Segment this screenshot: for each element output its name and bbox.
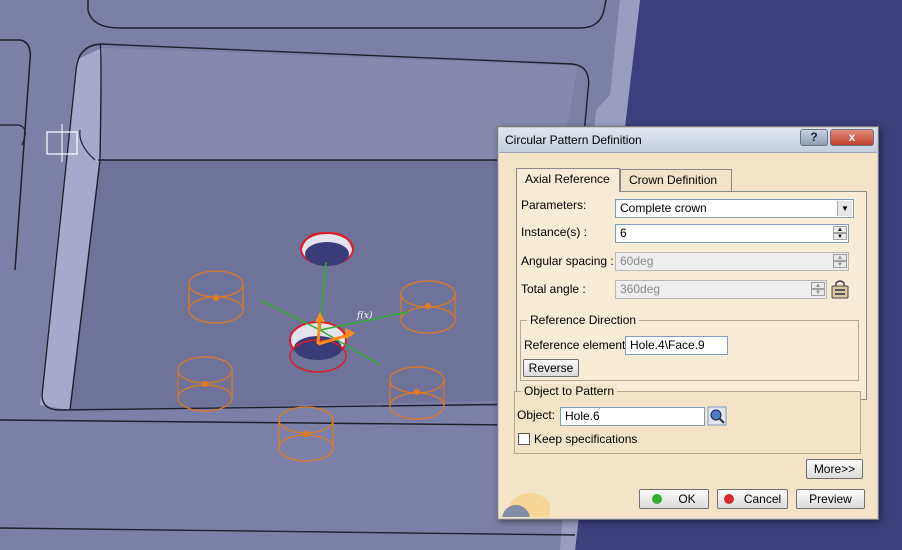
help-button[interactable]: ? (800, 129, 828, 146)
dialog-title: Circular Pattern Definition (505, 133, 642, 147)
total-angle-value: 360deg (620, 282, 661, 296)
object-to-pattern-group: Object to Pattern Object: Hole.6 Keep sp… (514, 384, 861, 454)
reverse-button[interactable]: Reverse (523, 359, 579, 377)
object-label: Object: (517, 408, 556, 422)
chevron-down-icon[interactable]: ▼ (837, 201, 852, 216)
reference-direction-group: Reference Direction Reference element: H… (520, 313, 859, 381)
selected-hole-top[interactable] (300, 231, 354, 266)
angular-spacing-value: 60deg (620, 254, 654, 268)
spin-up-icon[interactable]: ▲ (833, 226, 847, 233)
close-button[interactable]: x (830, 129, 874, 146)
spin-up-icon: ▲ (833, 254, 847, 261)
reference-direction-title: Reference Direction (527, 313, 640, 327)
ok-dot-icon (652, 494, 663, 504)
spin-down-icon: ▼ (833, 261, 847, 268)
dialog-titlebar[interactable]: Circular Pattern Definition ? x (499, 128, 877, 153)
cancel-dot-icon (723, 494, 734, 504)
parameters-value: Complete crown (620, 201, 707, 215)
dialog-body: Axial Reference Crown Definition Paramet… (502, 155, 870, 517)
angular-spacing-spinner: ▲ ▼ (833, 254, 847, 269)
total-angle-label: Total angle : (521, 282, 586, 296)
keep-specifications-label: Keep specifications (534, 432, 638, 446)
tab-panel-axial-reference: Parameters: Complete crown ▼ Instance(s)… (516, 191, 867, 400)
tab-axial-reference[interactable]: Axial Reference (516, 168, 620, 192)
tab-crown-definition[interactable]: Crown Definition (620, 169, 732, 191)
spin-up-icon: ▲ (811, 282, 825, 289)
instances-field[interactable]: 6 ▲ ▼ (615, 224, 849, 243)
instances-value: 6 (620, 226, 627, 240)
object-field[interactable]: Hole.6 (560, 407, 705, 426)
more-button[interactable]: More>> (806, 459, 863, 479)
instances-label: Instance(s) : (521, 225, 588, 239)
total-angle-field: 360deg ▲ ▼ (615, 280, 827, 299)
ok-button[interactable]: OK (639, 489, 709, 509)
cancel-label: Cancel (743, 492, 782, 506)
compass-label: f(x) (356, 310, 373, 321)
reference-element-label: Reference element: (524, 338, 629, 352)
circular-pattern-dialog: Circular Pattern Definition ? x Axial Re… (497, 126, 879, 520)
ok-label: OK (678, 492, 696, 506)
formula-lock-icon[interactable] (829, 279, 851, 301)
parameters-label: Parameters: (521, 198, 587, 212)
preview-button[interactable]: Preview (796, 489, 865, 509)
object-selection-icon[interactable] (707, 406, 727, 426)
object-to-pattern-title: Object to Pattern (521, 384, 618, 398)
parameters-select[interactable]: Complete crown ▼ (615, 199, 854, 218)
catia-logo-icon (502, 493, 550, 517)
keep-specifications-checkbox[interactable] (518, 433, 530, 445)
instances-spinner[interactable]: ▲ ▼ (833, 226, 847, 241)
total-angle-spinner: ▲ ▼ (811, 282, 825, 297)
angular-spacing-field: 60deg ▲ ▼ (615, 252, 849, 271)
spin-down-icon[interactable]: ▼ (833, 233, 847, 240)
reference-element-field[interactable]: Hole.4\Face.9 (625, 336, 728, 355)
cancel-button[interactable]: Cancel (717, 489, 788, 509)
spin-down-icon: ▼ (811, 289, 825, 296)
angular-spacing-label: Angular spacing : (521, 254, 614, 268)
